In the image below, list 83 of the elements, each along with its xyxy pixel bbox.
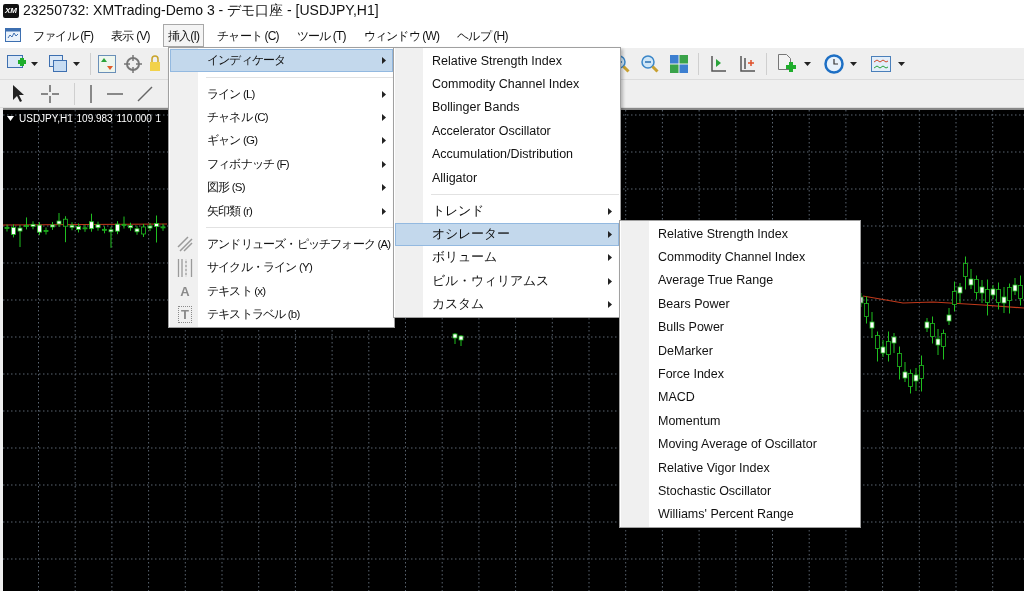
submenu-arrow-icon <box>608 301 612 309</box>
menu-item[interactable]: DeMarker <box>621 338 859 363</box>
submenu-arrow-icon <box>382 137 386 145</box>
menu-item[interactable]: Relative Vigor Index <box>621 455 859 480</box>
menu-item[interactable]: Bulls Power <box>621 315 859 339</box>
menu-bar-item[interactable]: ウィンドウ (W) <box>358 23 445 47</box>
chart-window-icon[interactable] <box>4 26 22 44</box>
menu-item[interactable]: Bollinger Bands <box>395 95 619 120</box>
menu-item[interactable]: A テキスト (x) <box>170 279 393 303</box>
menu-bar-item[interactable]: 表示 (V) <box>106 23 155 47</box>
vertical-lines-icon <box>177 258 193 277</box>
cursor-arrow-icon[interactable] <box>10 83 26 104</box>
document-plus-icon[interactable] <box>776 52 798 75</box>
caret-icon[interactable] <box>73 61 80 66</box>
submenu-arrow-icon <box>382 113 386 121</box>
menu-item[interactable]: ビル・ウィリアムス <box>395 269 619 293</box>
menu-item[interactable]: Accelerator Oscillator <box>395 119 619 143</box>
window-title: 23250732: XMTrading-Demo 3 - デモ口座 - [USDJPY,H1] <box>23 2 379 20</box>
auto-scroll-icon[interactable] <box>737 53 757 74</box>
triangle-down-icon[interactable] <box>7 116 14 121</box>
menu-item[interactable]: Force Index <box>621 362 859 386</box>
tile-windows-icon[interactable] <box>669 53 689 74</box>
menu-item[interactable]: チャネル (C) <box>170 105 393 130</box>
menu-item[interactable]: Moving Average of Oscillator <box>621 432 859 456</box>
menu-item[interactable]: インディケータ <box>170 49 393 73</box>
clock-icon[interactable] <box>824 53 844 74</box>
chart-symbol-label: USDJPY,H1 109.983 110.000 1 <box>19 113 162 124</box>
menu-item[interactable]: Average True Range <box>621 268 859 293</box>
menu-item[interactable]: アンドリューズ・ピッチフォーク (A) <box>170 232 393 257</box>
menu-item[interactable]: Bears Power <box>621 292 859 316</box>
vertical-line-icon[interactable] <box>89 84 93 103</box>
caret-icon[interactable] <box>804 61 811 66</box>
zoom-out-icon[interactable] <box>640 53 660 74</box>
submenu-arrow-icon <box>608 254 612 262</box>
chart-shift-icon[interactable] <box>708 53 728 74</box>
caret-icon[interactable] <box>898 61 905 66</box>
crosshair-icon[interactable] <box>40 83 60 104</box>
menu-bar-item[interactable]: ツール (T) <box>291 23 351 47</box>
menu-item[interactable]: T テキストラベル (b) <box>170 302 393 327</box>
menu-item[interactable]: トレンド <box>395 199 619 223</box>
template-icon[interactable] <box>870 53 892 74</box>
text-tool-icon: T <box>178 306 192 324</box>
menu-item[interactable]: Williams' Percent Range <box>621 502 859 527</box>
menu-item[interactable]: オシレーター <box>395 222 619 247</box>
submenu-arrow-icon <box>608 230 612 238</box>
submenu-arrow-icon <box>382 184 386 192</box>
menu-item[interactable]: カスタム <box>395 292 619 317</box>
windows-stack-icon[interactable] <box>48 53 70 74</box>
caret-icon[interactable] <box>31 61 38 66</box>
menu-bar-item[interactable]: ファイル (F) <box>28 23 99 47</box>
menu-item[interactable]: ライン (L) <box>170 82 393 106</box>
menu-item[interactable]: Relative Strength Index <box>395 49 619 73</box>
text-tool-icon: A <box>178 283 192 299</box>
submenu-arrow-icon <box>382 207 386 215</box>
menu-item[interactable]: Stochastic Oscillator <box>621 479 859 503</box>
menu-item[interactable]: サイクル・ライン (Y) <box>170 256 393 280</box>
trend-line-icon[interactable] <box>137 85 153 102</box>
caret-icon[interactable] <box>850 61 857 66</box>
menu-item[interactable]: Commodity Channel Index <box>621 245 859 269</box>
menu-item[interactable]: ボリューム <box>395 246 619 270</box>
menu-item[interactable]: Momentum <box>621 409 859 433</box>
menu-item[interactable]: Accumulation/Distribution <box>395 142 619 166</box>
submenu-arrow-icon <box>608 207 612 215</box>
market-watch-icon[interactable] <box>97 53 117 74</box>
menu-item[interactable]: フィボナッチ (F) <box>170 152 393 176</box>
menu-item[interactable]: Alligator <box>395 165 619 190</box>
crosshair-icon[interactable] <box>123 53 143 74</box>
submenu-arrow-icon <box>608 277 612 285</box>
horizontal-line-icon[interactable] <box>107 91 123 96</box>
menu-item[interactable]: ギャン (G) <box>170 129 393 153</box>
app-logo: XM <box>3 4 19 18</box>
menu-item[interactable]: 図形 (S) <box>170 175 393 200</box>
menu-item[interactable]: Relative Strength Index <box>621 222 859 246</box>
menu-item[interactable]: Commodity Channel Index <box>395 72 619 96</box>
submenu-arrow-icon <box>382 57 386 65</box>
diagonal-lines-icon <box>177 236 193 253</box>
menu-item[interactable]: MACD <box>621 385 859 410</box>
menu-bar-item[interactable]: チャート (C) <box>212 23 284 47</box>
menu-bar-item[interactable]: ヘルプ (H) <box>452 23 513 47</box>
menu-item[interactable]: 矢印類 (r) <box>170 199 393 223</box>
menu-bar-item[interactable]: 挿入(I) <box>162 23 205 47</box>
submenu-arrow-icon <box>382 160 386 168</box>
submenu-arrow-icon <box>382 90 386 98</box>
